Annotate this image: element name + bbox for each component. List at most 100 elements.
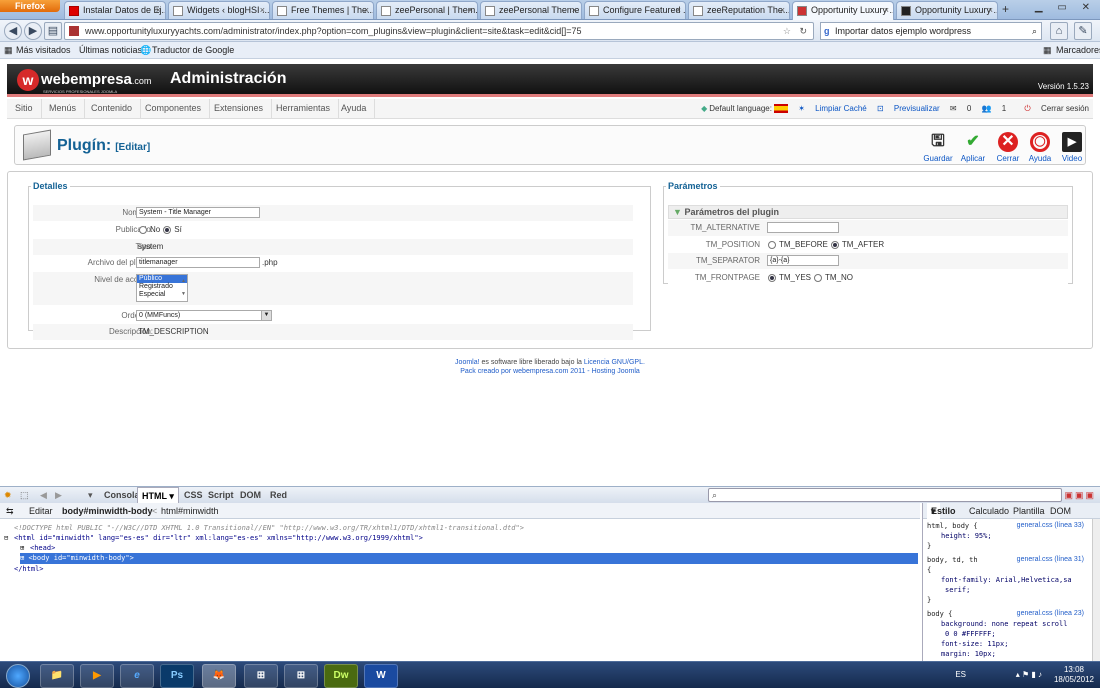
name-field[interactable]: System - Title Manager: [136, 207, 260, 218]
messages-count[interactable]: ✉ 0: [950, 104, 971, 113]
tree-toggle-icon[interactable]: ⊞: [20, 554, 24, 562]
css-source-link[interactable]: general.css (línea 31): [1017, 555, 1084, 565]
published-no-radio[interactable]: [139, 225, 147, 234]
taskbar-firefox-icon[interactable]: 🦊: [202, 664, 236, 688]
tab-layout[interactable]: Plantilla: [1013, 503, 1045, 519]
browser-tab[interactable]: Configure Featured ... ×: [584, 1, 686, 19]
expand-panel-icon[interactable]: ⇆: [6, 503, 14, 519]
chevron-down-icon[interactable]: ▼: [261, 311, 271, 320]
forward-icon[interactable]: ▶: [55, 487, 62, 503]
css-property[interactable]: background: none repeat scroll: [927, 619, 1096, 629]
css-property[interactable]: height: 95%;: [927, 531, 1096, 541]
search-icon[interactable]: ⌕: [1032, 23, 1037, 39]
close-icon[interactable]: ×: [260, 2, 265, 19]
menu-contenido[interactable]: Contenido: [83, 99, 142, 118]
footer-credit-link[interactable]: Pack creado por webempresa.com 2011 - Ho…: [0, 367, 1100, 376]
start-button[interactable]: [6, 664, 30, 688]
body-node-selected[interactable]: ⊞ <body id="minwidth-body">: [20, 553, 918, 564]
access-listbox[interactable]: Público Registrado Especial ▲ ▼: [136, 274, 188, 302]
alternative-field[interactable]: [767, 222, 839, 233]
forward-icon[interactable]: ▶: [24, 22, 42, 40]
frontpage-no-radio[interactable]: [814, 273, 823, 282]
close-icon[interactable]: ×: [156, 2, 161, 19]
close-icon[interactable]: ×: [572, 2, 577, 19]
tab-style[interactable]: Estilo ▾: [927, 503, 956, 519]
back-icon[interactable]: ◀: [4, 22, 22, 40]
access-option[interactable]: Público: [137, 275, 187, 283]
taskbar-word-icon[interactable]: W: [364, 664, 398, 688]
params-panel-header[interactable]: ▼ Parámetros del plugin: [668, 205, 1068, 219]
position-after-radio[interactable]: [830, 240, 839, 249]
head-node[interactable]: <head>: [30, 543, 55, 553]
separator-field[interactable]: {a}-{a}: [767, 255, 839, 266]
taskbar-dreamweaver-icon[interactable]: Dw: [324, 664, 358, 688]
taskbar-app-icon[interactable]: ⊞: [244, 664, 278, 688]
css-source-link[interactable]: general.css (línea 33): [1017, 521, 1084, 531]
taskbar-explorer-icon[interactable]: 📁: [40, 664, 74, 688]
firebug-tab-html[interactable]: HTML ▾: [137, 487, 179, 504]
bookmark-item[interactable]: Últimas noticias: [79, 42, 142, 58]
dropdown-icon[interactable]: ▾: [88, 487, 93, 503]
menu-componentes[interactable]: Componentes: [137, 99, 211, 118]
firebug-icon[interactable]: ✹: [4, 487, 12, 503]
bookmark-item[interactable]: Traductor de Google: [152, 42, 234, 58]
browser-tab[interactable]: Free Themes | The... ×: [272, 1, 374, 19]
breadcrumb-body[interactable]: body#minwidth-body: [62, 503, 153, 519]
close-icon[interactable]: ×: [676, 2, 681, 19]
new-tab-button[interactable]: +: [1002, 2, 1009, 16]
tab-dom[interactable]: DOM: [1050, 503, 1071, 519]
close-icon[interactable]: ×: [988, 2, 993, 19]
order-select[interactable]: 0 (MMFuncs) ▼: [136, 310, 272, 321]
browser-tab-active[interactable]: Opportunity Luxury ... ×: [792, 1, 894, 20]
browser-tab[interactable]: zeePersonal | Them... ×: [376, 1, 478, 19]
css-property[interactable]: font-family: Arial,Helvetica,sa: [927, 575, 1096, 585]
bookmarks-menu[interactable]: Marcadores: [1056, 42, 1100, 58]
preview-link[interactable]: ⊡ Previsualizar: [877, 104, 940, 113]
tray-icons[interactable]: ▴ ⚑ ▮ ♪: [1016, 670, 1042, 679]
frontpage-yes-radio[interactable]: [768, 273, 776, 282]
browser-tab[interactable]: Widgets ‹ blogHSI ... ×: [168, 1, 270, 19]
access-option[interactable]: Registrado: [137, 283, 187, 291]
css-source-link[interactable]: general.css (línea 23): [1017, 609, 1084, 619]
window-controls[interactable]: ▁ ▭ ✕: [1035, 2, 1096, 13]
breadcrumb-html[interactable]: html#minwidth: [161, 503, 219, 519]
clear-cache-link[interactable]: ✶ Limpiar Caché: [798, 104, 867, 113]
browser-tab[interactable]: zeeReputation The... ×: [688, 1, 790, 19]
joomla-link[interactable]: Joomla!: [455, 359, 480, 366]
plugin-file-field[interactable]: titlemanager: [136, 257, 260, 268]
firebug-window-controls[interactable]: ▣▣▣: [1064, 487, 1096, 503]
browser-tab[interactable]: Opportunity Luxury ... ×: [896, 1, 998, 19]
video-button[interactable]: ▶ Video: [1055, 132, 1089, 163]
listbox-scroll-icon[interactable]: ▲ ▼: [181, 275, 186, 301]
logout-link[interactable]: ⏻ Cerrar sesión: [1016, 104, 1089, 113]
css-property[interactable]: font-size: 11px;: [927, 639, 1096, 649]
history-icon[interactable]: ▤: [44, 22, 62, 40]
close-button[interactable]: ✕ Cerrar: [991, 132, 1025, 163]
menu-ayuda[interactable]: Ayuda: [333, 99, 376, 118]
close-icon[interactable]: ×: [780, 2, 785, 19]
close-icon[interactable]: ×: [884, 2, 889, 19]
apply-button[interactable]: ✔ Aplicar: [956, 132, 990, 163]
browser-tab[interactable]: zeePersonal Theme ... ×: [480, 1, 582, 19]
html-node[interactable]: <html id="minwidth" lang="es-es" dir="lt…: [14, 533, 423, 543]
style-panel-scrollbar[interactable]: [1092, 519, 1100, 661]
menu-menus[interactable]: Menús: [41, 99, 86, 118]
reload-icon[interactable]: ↻: [799, 23, 807, 39]
taskbar-ie-icon[interactable]: e: [120, 664, 154, 688]
taskbar-clock[interactable]: 13:08 18/05/2012: [1054, 665, 1094, 685]
home-icon[interactable]: ⌂: [1050, 22, 1068, 40]
tab-computed[interactable]: Calculado: [969, 503, 1009, 519]
menu-sitio[interactable]: Sitio: [7, 99, 42, 118]
firefox-menu-button[interactable]: Firefox: [0, 0, 60, 12]
url-input[interactable]: www.opportunityluxuryyachts.com/administ…: [64, 22, 814, 40]
taskbar-app-icon[interactable]: ⊞: [284, 664, 318, 688]
firebug-search-input[interactable]: ⌕: [708, 488, 1062, 502]
firebug-edit-button[interactable]: Editar: [29, 503, 53, 519]
language-indicator[interactable]: ES: [955, 670, 966, 679]
close-icon[interactable]: ×: [364, 2, 369, 19]
help-button[interactable]: ◯ Ayuda: [1023, 132, 1057, 163]
taskbar-media-icon[interactable]: ▶: [80, 664, 114, 688]
inspect-icon[interactable]: ⬚: [20, 487, 29, 503]
tree-toggle-icon[interactable]: ⊟: [4, 533, 8, 543]
search-input[interactable]: g Importar datos ejemplo wordpress ⌕: [820, 22, 1042, 40]
